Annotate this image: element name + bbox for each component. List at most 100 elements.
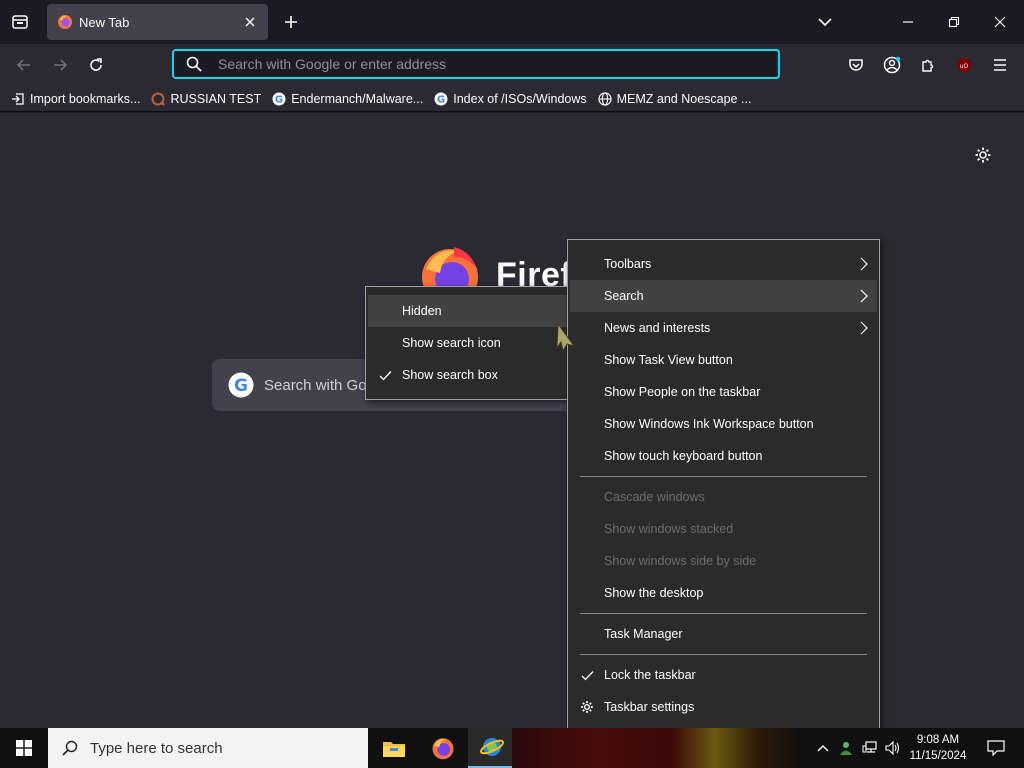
reload-button[interactable] bbox=[81, 50, 111, 80]
bookmark-label: Index of /ISOs/Windows bbox=[453, 91, 587, 106]
checkmark-icon bbox=[580, 668, 594, 682]
menu-item-show-ink-workspace[interactable]: Show Windows Ink Workspace button bbox=[570, 408, 877, 440]
close-icon bbox=[994, 16, 1006, 28]
taskbar-clock[interactable]: 9:08 AM 11/15/2024 bbox=[903, 728, 973, 768]
bookmark-index-isos[interactable]: G Index of /ISOs/Windows bbox=[433, 88, 587, 110]
minimize-icon bbox=[903, 21, 913, 23]
menu-item-lock-taskbar[interactable]: Lock the taskbar bbox=[570, 659, 877, 691]
firefox-favicon-icon bbox=[58, 15, 72, 29]
start-button[interactable] bbox=[0, 728, 48, 768]
clock-time: 9:08 AM bbox=[916, 734, 960, 746]
menu-item-hidden[interactable]: Hidden bbox=[368, 295, 567, 327]
search-icon bbox=[62, 740, 78, 756]
menu-item-label: Show touch keyboard button bbox=[604, 449, 763, 463]
close-window-button[interactable] bbox=[977, 0, 1023, 44]
menu-item-label: Lock the taskbar bbox=[604, 668, 696, 682]
menu-item-cascade-windows[interactable]: Cascade windows bbox=[570, 481, 877, 513]
internet-explorer-icon bbox=[479, 738, 505, 756]
volume-button[interactable] bbox=[882, 728, 904, 768]
taskbar-context-menu: Toolbars Search News and interests Show … bbox=[567, 239, 880, 732]
menu-item-show-desktop[interactable]: Show the desktop bbox=[570, 577, 877, 609]
close-icon bbox=[245, 17, 255, 27]
taskbar-app-file-explorer[interactable] bbox=[370, 728, 418, 768]
restore-icon bbox=[948, 16, 960, 28]
show-hidden-icons-button[interactable] bbox=[812, 728, 834, 768]
menu-item-search[interactable]: Search bbox=[570, 280, 877, 312]
ublock-origin-button[interactable]: uO bbox=[949, 50, 979, 80]
hamburger-menu-icon bbox=[994, 59, 1006, 71]
chevron-up-icon bbox=[817, 745, 829, 752]
menu-item-label: Show windows stacked bbox=[604, 522, 734, 536]
menu-item-show-search-box[interactable]: Show search box bbox=[368, 359, 567, 391]
menu-item-show-windows-side-by-side[interactable]: Show windows side by side bbox=[570, 545, 877, 577]
search-submenu: Hidden Show search icon Show search box bbox=[365, 286, 570, 400]
google-icon: G bbox=[433, 91, 449, 107]
menu-item-show-windows-stacked[interactable]: Show windows stacked bbox=[570, 513, 877, 545]
menu-separator bbox=[580, 613, 867, 614]
account-button[interactable] bbox=[877, 50, 907, 80]
menu-item-label: Show Windows Ink Workspace button bbox=[604, 417, 814, 431]
chevron-right-icon bbox=[859, 289, 869, 303]
menu-item-label: Show People on the taskbar bbox=[604, 385, 761, 399]
pocket-icon bbox=[849, 59, 863, 71]
taskbar-app-internet-explorer[interactable] bbox=[468, 728, 516, 768]
bookmark-russian-test[interactable]: RUSSIAN TEST bbox=[150, 88, 261, 110]
bookmarks-toolbar: Import bookmarks... RUSSIAN TEST G Ender… bbox=[0, 86, 1024, 112]
screen: New Tab Search with Google or enter addr… bbox=[0, 0, 1024, 768]
network-button[interactable] bbox=[859, 728, 881, 768]
menu-item-show-people[interactable]: Show People on the taskbar bbox=[570, 376, 877, 408]
checkmark-icon bbox=[378, 368, 392, 382]
menu-item-label: Toolbars bbox=[604, 257, 652, 271]
navigation-toolbar: uO bbox=[0, 44, 1024, 86]
account-icon bbox=[883, 56, 901, 74]
menu-item-label: Show Task View button bbox=[604, 353, 733, 367]
gear-icon bbox=[975, 147, 991, 163]
menu-item-news-and-interests[interactable]: News and interests bbox=[570, 312, 877, 344]
chevron-down-icon bbox=[818, 18, 832, 27]
bookmark-memz[interactable]: MEMZ and Noescape ... bbox=[597, 88, 751, 110]
menu-item-show-touch-keyboard[interactable]: Show touch keyboard button bbox=[570, 440, 877, 472]
tab-close-button[interactable] bbox=[238, 10, 262, 34]
personalize-button[interactable] bbox=[971, 143, 995, 167]
gear-icon bbox=[580, 700, 594, 714]
menu-item-toolbars[interactable]: Toolbars bbox=[570, 248, 877, 280]
bookmark-import[interactable]: Import bookmarks... bbox=[10, 88, 140, 110]
tab-new-tab[interactable]: New Tab bbox=[47, 4, 268, 40]
menu-item-label: Show the desktop bbox=[604, 586, 704, 600]
restore-button[interactable] bbox=[931, 0, 977, 44]
tray-app-icon[interactable] bbox=[835, 728, 857, 768]
menu-item-show-search-icon[interactable]: Show search icon bbox=[368, 327, 567, 359]
menu-item-taskbar-settings[interactable]: Taskbar settings bbox=[570, 691, 877, 723]
menu-item-label: Search bbox=[604, 289, 644, 303]
pocket-button[interactable] bbox=[841, 50, 871, 80]
new-tab-button[interactable] bbox=[278, 8, 304, 36]
firefox-view-button[interactable] bbox=[6, 8, 34, 36]
menu-item-label: Show search icon bbox=[402, 336, 501, 350]
menu-separator bbox=[580, 654, 867, 655]
url-input[interactable] bbox=[218, 56, 758, 72]
chevron-right-icon bbox=[859, 321, 869, 335]
forward-button[interactable] bbox=[45, 50, 75, 80]
list-all-tabs-button[interactable] bbox=[802, 0, 848, 44]
menu-item-show-task-view[interactable]: Show Task View button bbox=[570, 344, 877, 376]
mouse-cursor-icon bbox=[556, 322, 576, 352]
bookmark-endermanch[interactable]: G Endermanch/Malware... bbox=[271, 88, 423, 110]
tab-strip: New Tab bbox=[0, 0, 1024, 44]
menu-item-task-manager[interactable]: Task Manager bbox=[570, 618, 877, 650]
user-tray-icon bbox=[840, 742, 852, 755]
arrow-left-icon bbox=[16, 59, 30, 71]
taskbar-app-firefox[interactable] bbox=[419, 728, 467, 768]
minimize-button[interactable] bbox=[885, 0, 931, 44]
app-menu-button[interactable] bbox=[985, 50, 1015, 80]
bookmark-label: Import bookmarks... bbox=[30, 91, 141, 106]
svg-text:G: G bbox=[234, 376, 248, 396]
chevron-right-icon bbox=[859, 257, 869, 271]
extensions-button[interactable] bbox=[913, 50, 943, 80]
address-bar[interactable] bbox=[172, 49, 780, 79]
action-center-button[interactable] bbox=[976, 728, 1016, 768]
taskbar-search-box[interactable]: Type here to search bbox=[48, 728, 368, 768]
back-button[interactable] bbox=[9, 50, 39, 80]
svg-text:G: G bbox=[437, 94, 445, 105]
menu-separator bbox=[580, 476, 867, 477]
menu-item-label: Task Manager bbox=[604, 627, 683, 641]
